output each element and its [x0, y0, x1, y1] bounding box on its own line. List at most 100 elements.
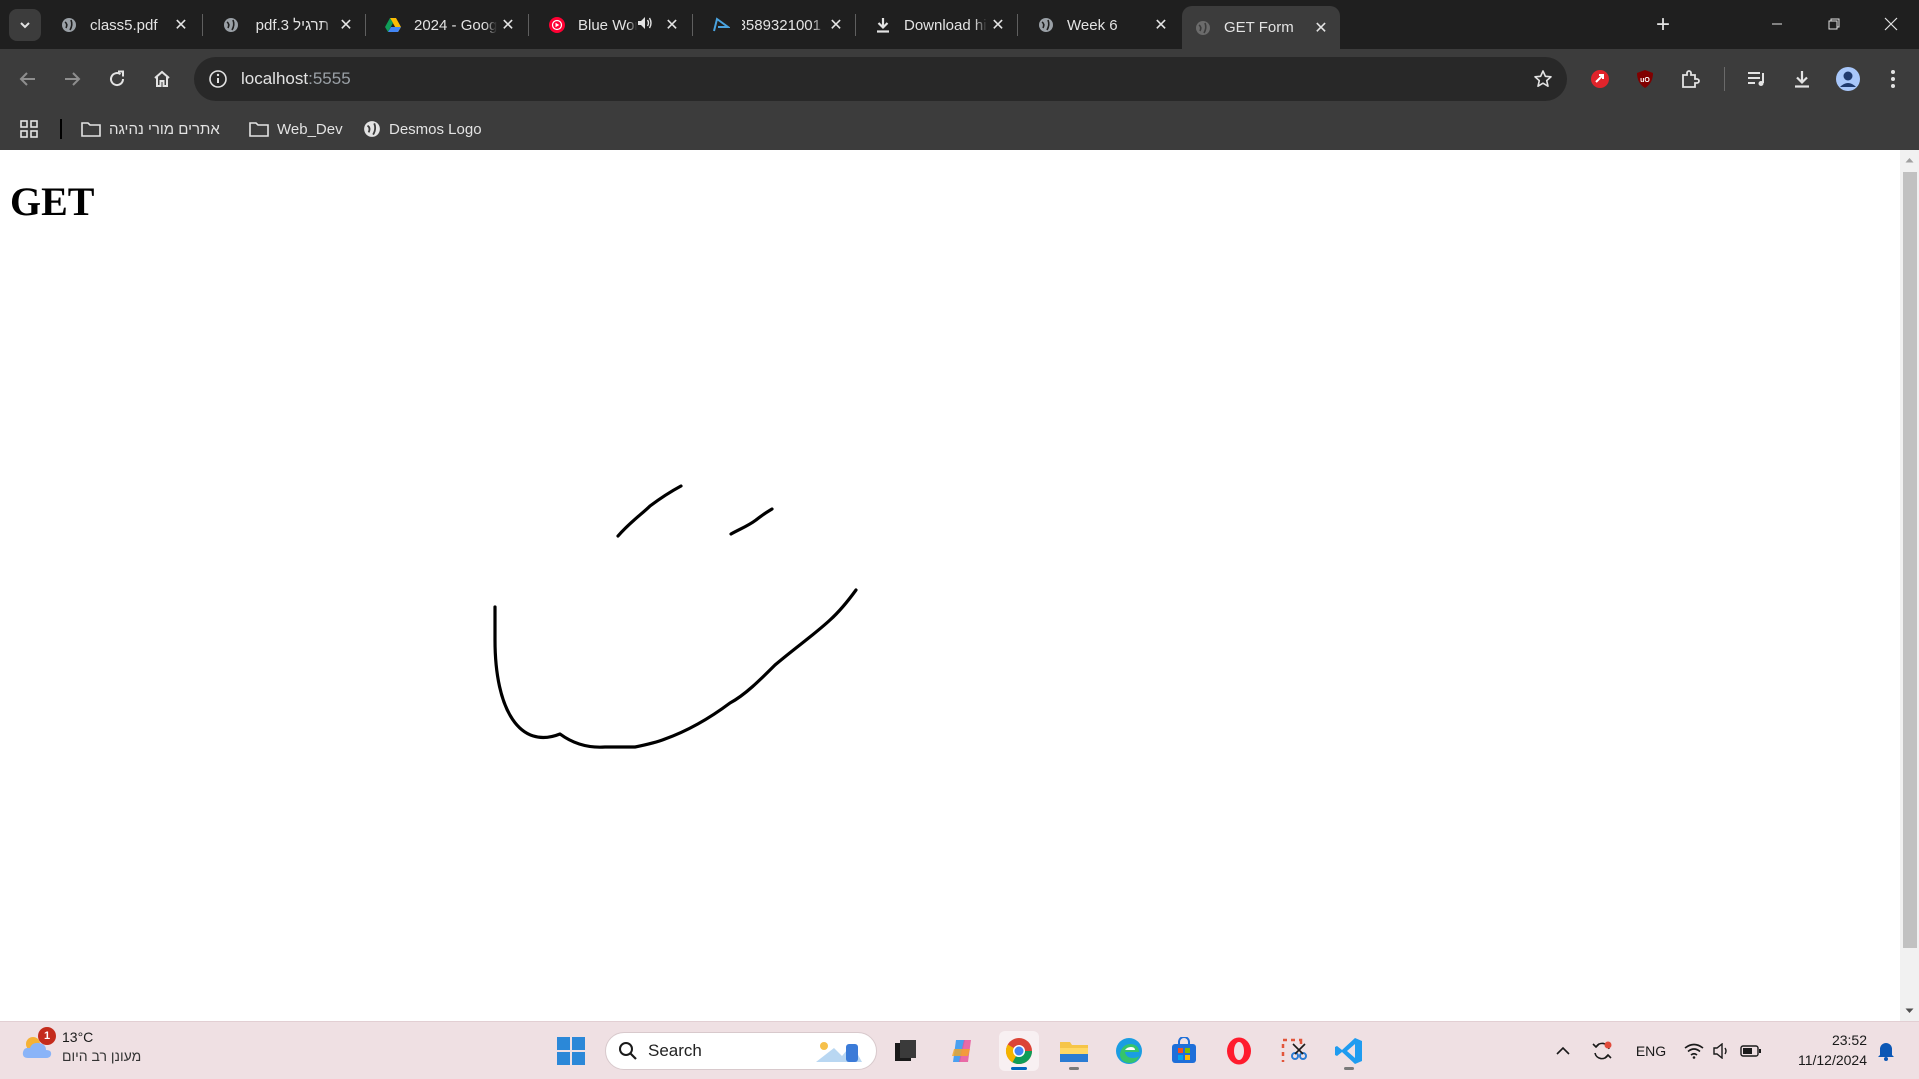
notifications-button[interactable]	[1874, 1039, 1898, 1063]
bookmark-star-icon[interactable]	[1531, 67, 1555, 91]
bookmark-label: אתרים מורי נהיגה	[109, 120, 220, 138]
url-host: localhost	[241, 69, 309, 88]
close-icon[interactable]: ✕	[987, 14, 1009, 36]
close-icon[interactable]: ✕	[1310, 17, 1332, 39]
globe-icon	[222, 16, 240, 34]
tab-class5[interactable]: class5.pdf ✕	[48, 8, 200, 42]
home-button[interactable]	[146, 63, 178, 95]
close-icon[interactable]: ✕	[497, 14, 519, 36]
edge-icon	[1116, 1038, 1142, 1064]
tab-title: תרגיל 3.pdf	[255, 16, 329, 34]
close-window-button[interactable]	[1863, 0, 1919, 48]
store-icon	[1172, 1037, 1196, 1063]
menu-button[interactable]	[1877, 63, 1909, 95]
site-info-icon[interactable]	[206, 67, 230, 91]
copilot-button[interactable]	[942, 1031, 982, 1071]
battery-icon	[1740, 1045, 1761, 1057]
forward-button[interactable]	[56, 63, 88, 95]
reload-button[interactable]	[101, 63, 133, 95]
globe-icon	[364, 121, 380, 137]
globe-icon	[1037, 16, 1055, 34]
drawing-canvas[interactable]	[0, 150, 1900, 1021]
copilot-icon	[952, 1040, 971, 1062]
new-tab-button[interactable]: +	[1648, 10, 1678, 40]
globe-icon	[60, 16, 78, 34]
address-bar[interactable]: localhost:5555	[194, 57, 1567, 101]
restore-button[interactable]	[1806, 0, 1862, 48]
close-icon[interactable]: ✕	[1150, 14, 1172, 36]
vscode-icon	[1335, 1038, 1362, 1064]
bookmark-folder-webdev[interactable]: Web_Dev	[249, 117, 343, 141]
toolbar-divider	[1724, 67, 1725, 91]
opera-button[interactable]	[1219, 1031, 1259, 1071]
tab-week6[interactable]: Week 6 ✕	[1025, 8, 1180, 42]
snipping-tool-button[interactable]	[1274, 1031, 1314, 1071]
tab-download-history[interactable]: Download history ✕	[862, 8, 1017, 42]
speaker-icon[interactable]	[637, 16, 653, 34]
close-icon[interactable]: ✕	[825, 14, 847, 36]
chrome-taskbar-button[interactable]	[999, 1031, 1039, 1071]
bookmark-folder-driving[interactable]: אתרים מורי נהיגה	[81, 117, 220, 141]
bookmark-desmos[interactable]: Desmos Logo	[363, 117, 482, 141]
tab-google-drive[interactable]: 2024 - Google Drive ✕	[372, 8, 527, 42]
language-indicator[interactable]: ENG	[1636, 1039, 1666, 1063]
minimize-button[interactable]	[1749, 0, 1805, 48]
url-port: :5555	[308, 69, 351, 88]
red-circle-extension-icon	[1591, 70, 1609, 88]
apps-button[interactable]	[20, 117, 46, 141]
tab-search-button[interactable]	[9, 9, 41, 41]
vscode-button[interactable]	[1329, 1031, 1369, 1071]
chevron-up-icon	[1556, 1046, 1570, 1055]
ublock-button[interactable]: uO	[1629, 63, 1661, 95]
tab-exercise3[interactable]: תרגיל 3.pdf ✕	[210, 8, 365, 42]
extensions-button[interactable]	[1674, 63, 1706, 95]
globe-icon	[1194, 19, 1212, 37]
tab-order[interactable]: 8589321001: תח ✕	[700, 8, 855, 42]
scroll-up-arrow[interactable]	[1900, 152, 1919, 168]
back-button[interactable]	[12, 63, 44, 95]
sync-tray-icon[interactable]	[1589, 1039, 1615, 1063]
close-icon[interactable]: ✕	[661, 14, 683, 36]
plus-icon: +	[1655, 11, 1670, 38]
folder-icon	[1060, 1042, 1088, 1062]
tab-title: 8589321001: תח	[742, 16, 821, 34]
close-icon[interactable]: ✕	[335, 14, 357, 36]
taskbar-search[interactable]: Search	[605, 1032, 877, 1070]
running-indicator	[1011, 1067, 1027, 1070]
svg-text:uO: uO	[1640, 77, 1650, 84]
start-button[interactable]	[551, 1031, 591, 1071]
search-label: Search	[648, 1041, 702, 1060]
bookmark-label: Web_Dev	[277, 120, 343, 138]
search-highlight-icon	[816, 1042, 862, 1062]
sync-icon	[1592, 1041, 1612, 1060]
downloads-button[interactable]	[1786, 63, 1818, 95]
tab-get-form[interactable]: GET Form ✕	[1182, 6, 1340, 49]
minimize-icon	[1772, 23, 1782, 25]
tab-title: Download history	[904, 16, 987, 34]
chrome-icon	[1005, 1038, 1033, 1065]
extension-redirect-button[interactable]	[1584, 63, 1616, 95]
show-hidden-icons-button[interactable]	[1552, 1039, 1574, 1063]
file-explorer-button[interactable]	[1054, 1031, 1094, 1071]
weather-description: מעונן רב היום	[62, 1048, 142, 1064]
tab-title: class5.pdf	[90, 16, 158, 34]
profile-button[interactable]	[1832, 63, 1864, 95]
edge-button[interactable]	[1109, 1031, 1149, 1071]
task-view-button[interactable]	[886, 1031, 926, 1071]
tab-title: 2024 - Google Drive	[414, 16, 497, 34]
page-scrollbar[interactable]	[1900, 150, 1919, 1021]
microsoft-store-button[interactable]	[1164, 1031, 1204, 1071]
windows-logo-icon	[557, 1037, 585, 1065]
scrollbar-thumb[interactable]	[1903, 172, 1917, 948]
task-view-icon	[895, 1040, 916, 1061]
weather-widget[interactable]: 1 13°C מעונן רב היום	[20, 1027, 142, 1066]
system-tray-group[interactable]	[1684, 1039, 1762, 1063]
scroll-down-arrow[interactable]	[1900, 1003, 1919, 1019]
windows-taskbar: 1 13°C מעונן רב היום Search ENG 23:52 11…	[0, 1021, 1919, 1079]
clock[interactable]: 23:52 11/12/2024	[1798, 1030, 1867, 1070]
media-control-button[interactable]	[1741, 63, 1773, 95]
tab-divider	[365, 14, 366, 36]
close-icon[interactable]: ✕	[170, 14, 192, 36]
tab-blue-world[interactable]: Blue World - YouTube ✕	[536, 8, 691, 42]
tab-divider	[692, 14, 693, 36]
